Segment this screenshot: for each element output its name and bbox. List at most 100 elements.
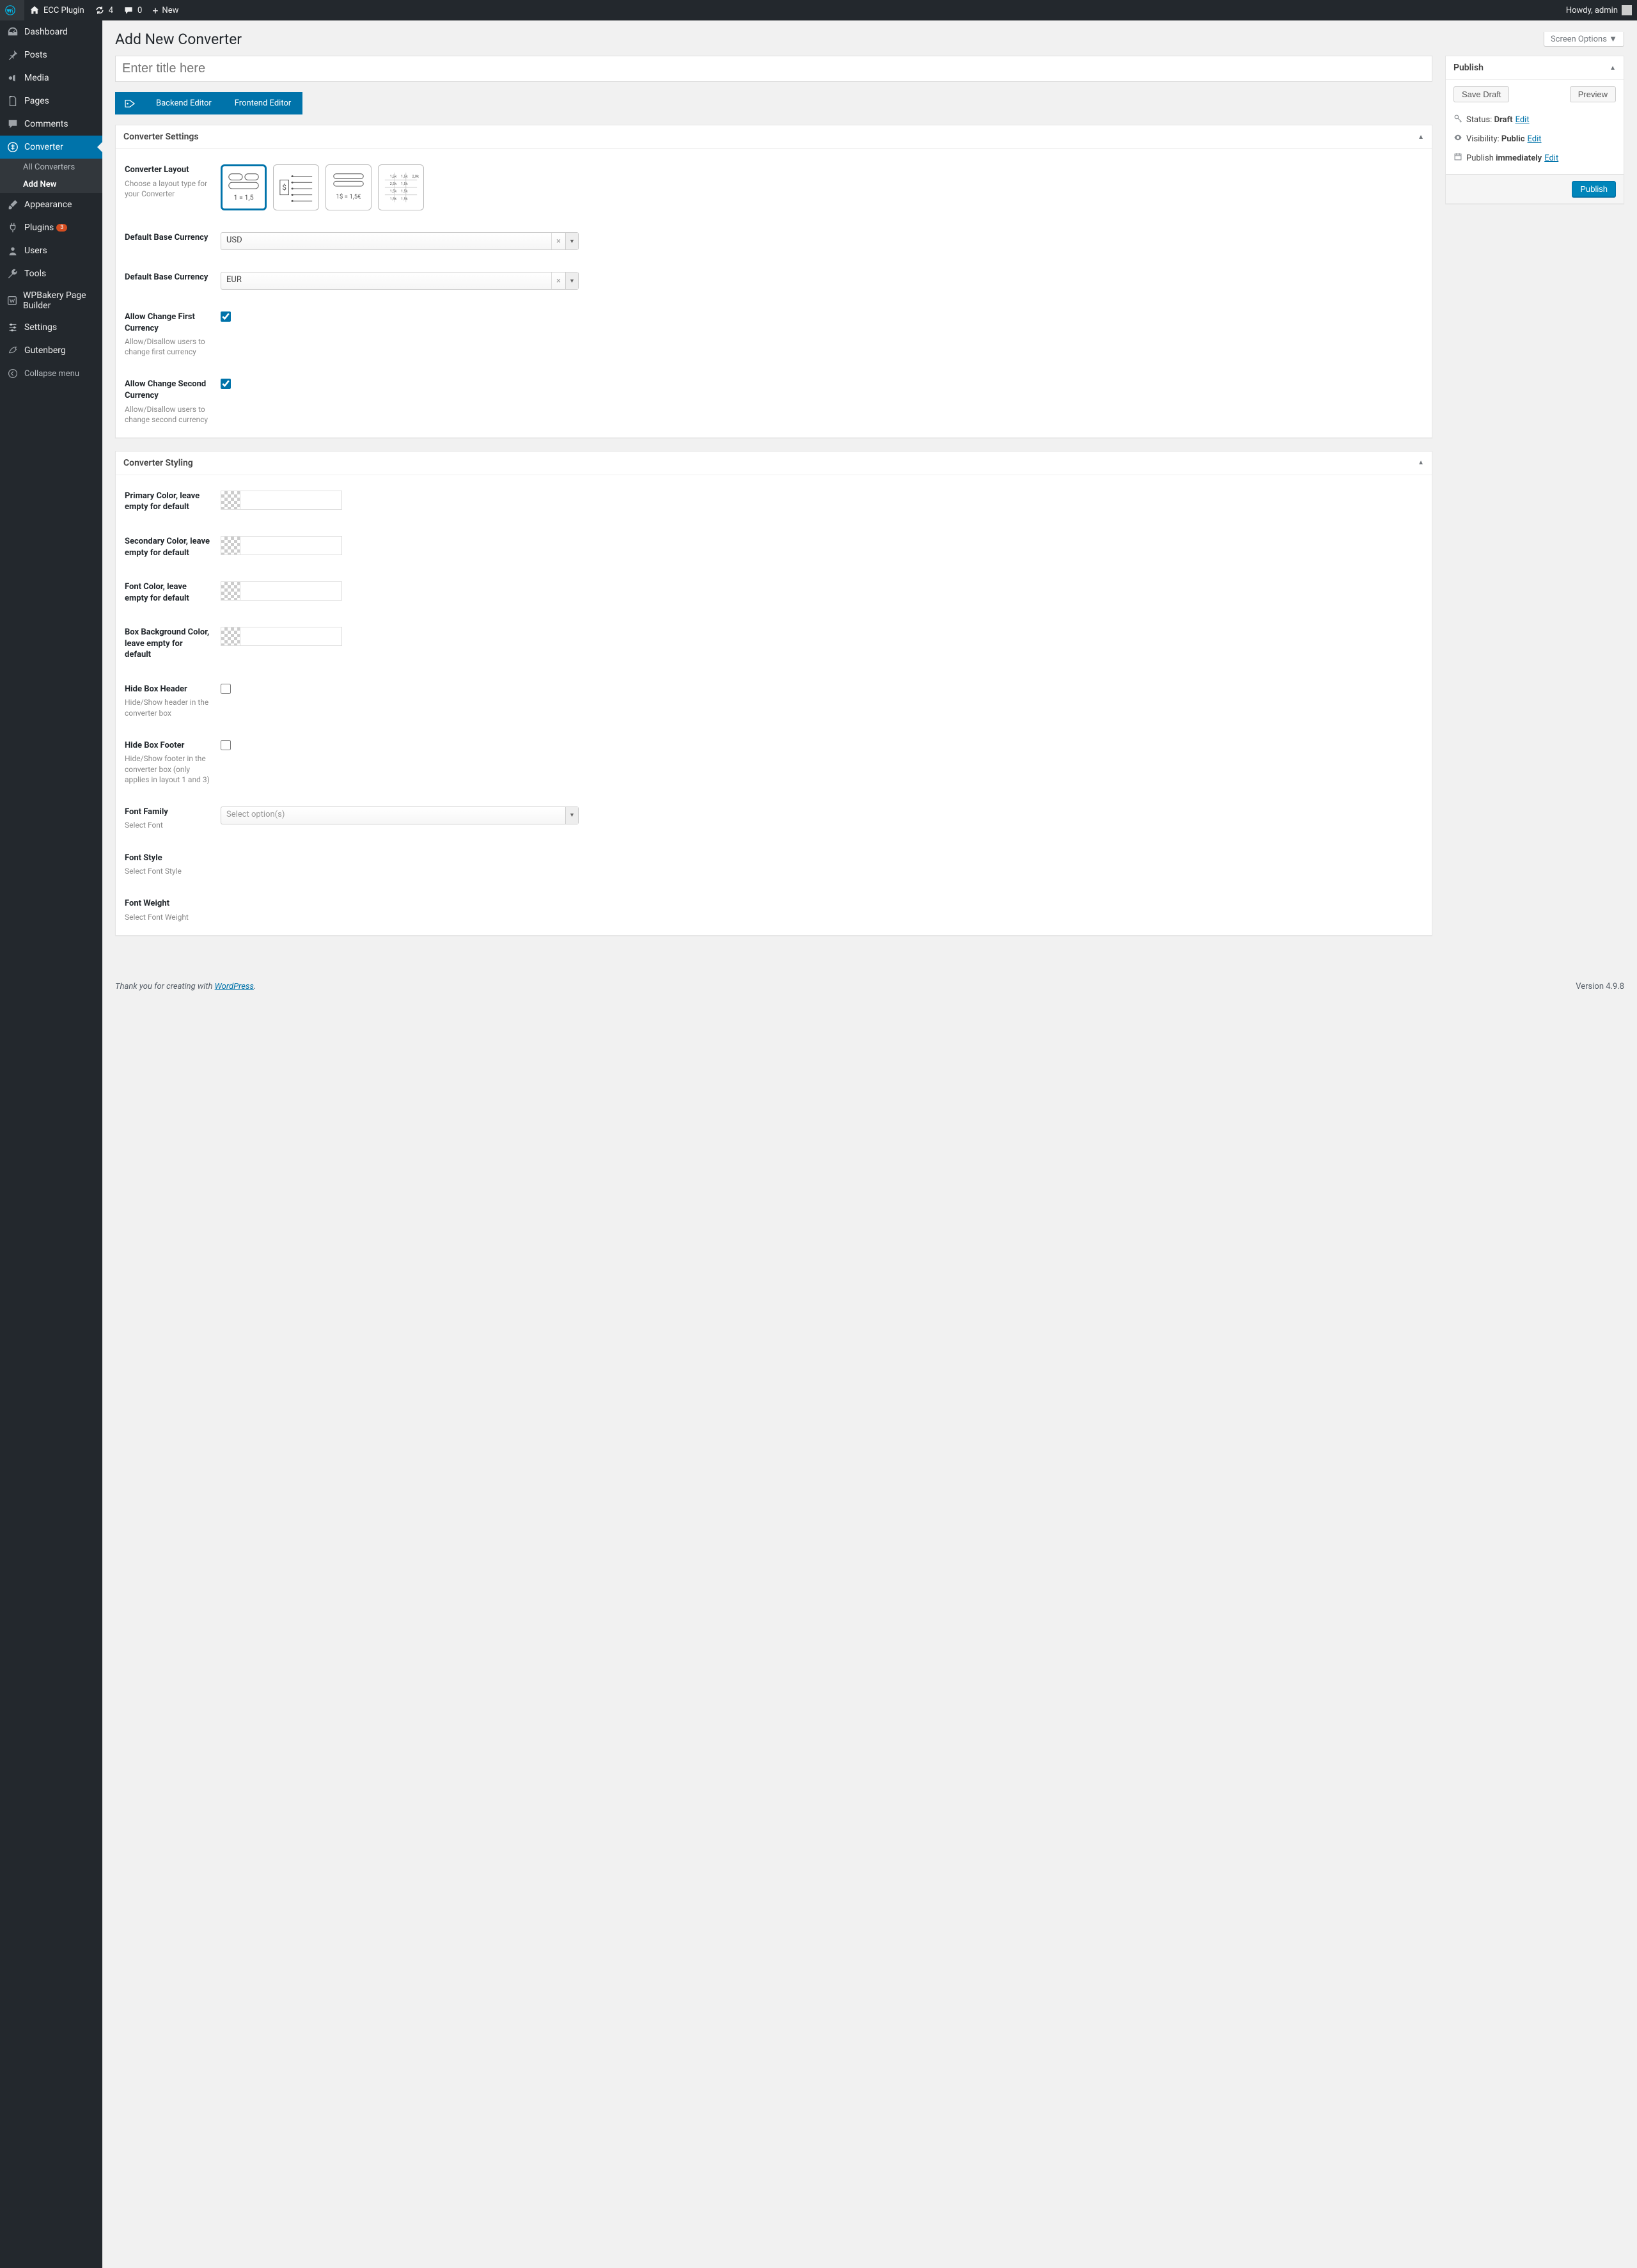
sidebar-item-dashboard[interactable]: Dashboard [0, 20, 102, 43]
site-name-link[interactable]: ECC Plugin [24, 0, 90, 20]
chevron-down-icon[interactable]: ▼ [565, 272, 578, 289]
submenu-item-add-new[interactable]: Add New [0, 176, 102, 193]
wp-logo[interactable] [0, 0, 24, 20]
sidebar-item-label: WPBakery Page Builder [23, 290, 97, 311]
sidebar-item-tools[interactable]: Tools [0, 262, 102, 285]
calendar-icon [1453, 152, 1466, 164]
admin-bar: ECC Plugin 4 0 + New Howdy, admin [0, 0, 1637, 20]
sidebar-item-settings[interactable]: Settings [0, 316, 102, 339]
base2-value: EUR [221, 272, 551, 289]
eye-icon [1453, 133, 1466, 145]
admin-footer: Thank you for creating with WordPress. V… [102, 974, 1637, 999]
avatar [1622, 5, 1632, 15]
chevron-down-icon[interactable]: ▼ [565, 233, 578, 249]
publish-button[interactable]: Publish [1572, 181, 1616, 197]
sidebar-item-label: Media [24, 73, 49, 83]
sidebar-item-gutenberg[interactable]: Gutenberg [0, 339, 102, 362]
allow-second-checkbox[interactable] [221, 379, 231, 389]
allow-first-checkbox[interactable] [221, 311, 231, 322]
sidebar-item-comments[interactable]: Comments [0, 113, 102, 136]
box-bg-label: Box Background Color, leave empty for de… [125, 627, 210, 661]
base1-select[interactable]: USD × ▼ [221, 232, 579, 250]
hide-footer-label: Hide Box Footer [125, 740, 210, 752]
preview-button[interactable]: Preview [1570, 86, 1616, 102]
converter-styling-title: Converter Styling [123, 458, 193, 468]
sidebar-item-posts[interactable]: Posts [0, 43, 102, 67]
backend-editor-tab[interactable]: Backend Editor [145, 92, 223, 114]
clear-icon[interactable]: × [551, 272, 565, 289]
sidebar-item-plugins[interactable]: Plugins3 [0, 216, 102, 239]
hide-header-desc: Hide/Show header in the converter box [125, 697, 210, 718]
wordpress-link[interactable]: WordPress [215, 982, 254, 991]
allow1-label: Allow Change First Currency [125, 311, 210, 334]
secondary-color-label: Secondary Color, leave empty for default [125, 536, 210, 558]
publish-box: Publish ▲ Save Draft Preview Status: [1445, 56, 1624, 204]
layout-option-1[interactable]: 1 = 1,5 [221, 164, 267, 210]
footer-thanks: Thank you for creating with [115, 982, 215, 991]
sidebar-item-media[interactable]: Media [0, 67, 102, 90]
home-icon [29, 5, 40, 15]
toggle-box-icon[interactable]: ▲ [1418, 459, 1424, 466]
edit-visibility-link[interactable]: Edit [1528, 134, 1542, 144]
font-family-select[interactable]: Select option(s) ▼ [221, 807, 579, 824]
base2-select[interactable]: EUR × ▼ [221, 272, 579, 290]
font-family-placeholder: Select option(s) [221, 807, 565, 824]
submenu-item-all-converters[interactable]: All Converters [0, 159, 102, 176]
sidebar-item-converter[interactable]: Converter [0, 136, 102, 159]
converter-styling-box: Converter Styling ▲ Primary Color, leave… [115, 451, 1432, 936]
key-icon [1453, 114, 1466, 125]
sidebar-item-label: Appearance [24, 200, 72, 210]
layout-option-2[interactable]: $ [273, 164, 319, 210]
sidebar-item-label: Posts [24, 50, 47, 60]
converter-settings-box: Converter Settings ▲ Converter Layout Ch… [115, 125, 1432, 438]
sidebar-item-wpbakery-page-builder[interactable]: WPBakery Page Builder [0, 285, 102, 316]
comments-link[interactable]: 0 [118, 0, 147, 20]
toggle-box-icon[interactable]: ▲ [1418, 134, 1424, 141]
svg-text:$: $ [282, 183, 286, 192]
user-icon [6, 244, 19, 257]
secondary-color-input[interactable] [221, 536, 342, 555]
allow2-label: Allow Change Second Currency [125, 379, 210, 401]
sidebar-item-label: Converter [24, 142, 63, 152]
tag-icon [124, 99, 136, 108]
sidebar-item-users[interactable]: Users [0, 239, 102, 262]
font-color-label: Font Color, leave empty for default [125, 581, 210, 604]
hide-footer-desc: Hide/Show footer in the converter box (o… [125, 753, 210, 785]
collapse-menu[interactable]: Collapse menu [0, 362, 102, 385]
comment-icon [6, 118, 19, 130]
updates-link[interactable]: 4 [90, 0, 118, 20]
sidebar-item-appearance[interactable]: Appearance [0, 193, 102, 216]
svg-text:1,5k: 1,5k [390, 190, 397, 194]
chevron-down-icon[interactable]: ▼ [565, 807, 578, 824]
hide-header-label: Hide Box Header [125, 684, 210, 695]
clear-icon[interactable]: × [551, 233, 565, 249]
sidebar-item-label: Settings [24, 322, 57, 333]
post-title-input[interactable] [115, 56, 1432, 82]
font-color-input[interactable] [221, 581, 342, 601]
site-name: ECC Plugin [43, 6, 84, 15]
box-bg-color-input[interactable] [221, 627, 342, 646]
svg-text:1,5k: 1,5k [401, 197, 408, 201]
status-value: Draft [1494, 115, 1513, 125]
new-content-link[interactable]: + New [147, 0, 184, 20]
save-draft-button[interactable]: Save Draft [1453, 86, 1509, 102]
publish-title: Publish [1453, 63, 1484, 73]
editor-mode-icon-tab[interactable] [115, 92, 145, 114]
edit-schedule-link[interactable]: Edit [1544, 154, 1558, 163]
primary-color-input[interactable] [221, 491, 342, 510]
sidebar-item-pages[interactable]: Pages [0, 90, 102, 113]
frontend-editor-tab[interactable]: Frontend Editor [223, 92, 302, 114]
toggle-box-icon[interactable]: ▲ [1610, 65, 1616, 72]
account-link[interactable]: Howdy, admin [1561, 0, 1637, 20]
edit-status-link[interactable]: Edit [1516, 115, 1530, 125]
hide-header-checkbox[interactable] [221, 684, 231, 694]
svg-text:1,5k: 1,5k [401, 182, 408, 186]
hide-footer-checkbox[interactable] [221, 740, 231, 750]
dash-icon [6, 26, 19, 38]
updates-count: 4 [109, 6, 113, 15]
plus-icon: + [152, 4, 158, 17]
screen-options-toggle[interactable]: Screen Options ▼ [1544, 32, 1624, 47]
layout-option-4[interactable]: 1,5k1,5k2,0k 2,5k1,5k 1,5k1,5k 1,5k1,5k [378, 164, 424, 210]
layout-1-icon: 1 = 1,5 [225, 169, 262, 206]
layout-option-3[interactable]: 1$ = 1,5€ [325, 164, 372, 210]
